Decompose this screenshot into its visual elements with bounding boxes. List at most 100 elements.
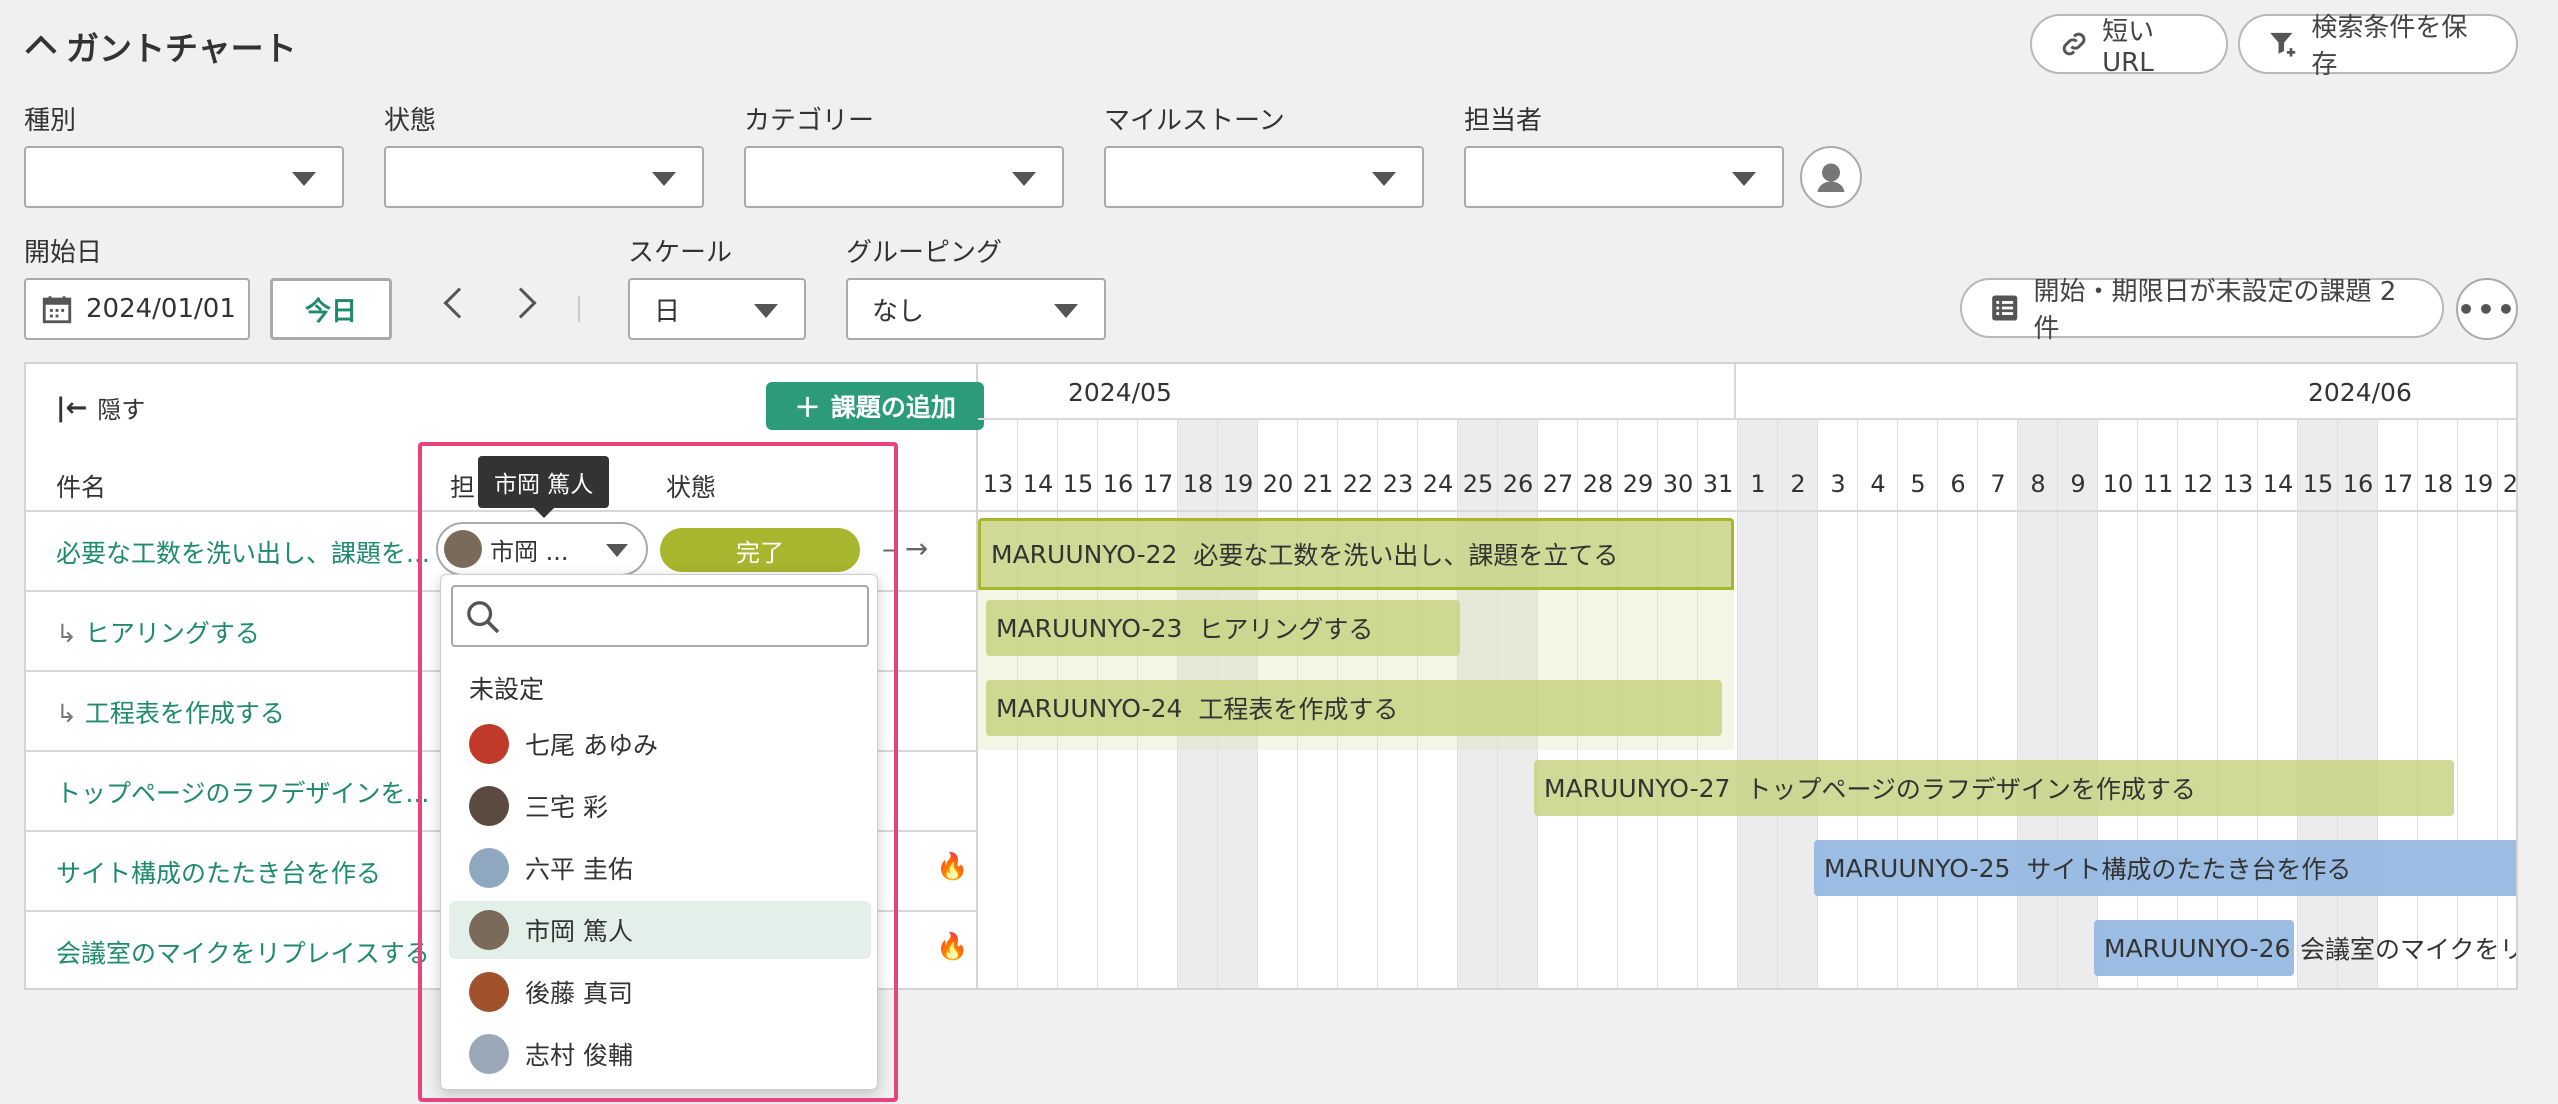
avatar [469, 724, 509, 764]
day-column [1778, 420, 1818, 988]
day-column [1818, 420, 1858, 988]
avatar [469, 910, 509, 950]
issue-link[interactable]: 必要な工数を洗い出し、課題を... [56, 534, 430, 570]
user-name: 三宅 彩 [525, 793, 608, 822]
assignee-label: 担当者 [1464, 106, 1543, 136]
status-badge[interactable]: 完了 [660, 528, 860, 572]
user-name: 七尾 あゆみ [525, 731, 658, 760]
prev-arrow-icon[interactable] [443, 287, 475, 319]
avatar [469, 848, 509, 888]
day-number: 18 [1182, 470, 1214, 498]
day-number: 23 [1382, 470, 1414, 498]
subtask-arrow-icon: ↳ [56, 699, 85, 728]
gantt-header[interactable]: ガントチャート [25, 22, 297, 70]
dropdown-option-user[interactable]: 六平 圭佑 [449, 839, 871, 897]
day-number: 20 [2498, 470, 2516, 498]
day-column [2498, 420, 2516, 988]
dropdown-arrow-icon [1012, 172, 1036, 186]
day-number: 20 [1262, 470, 1294, 498]
day-number: 17 [2382, 470, 2414, 498]
day-column [2098, 420, 2138, 988]
add-issue-button[interactable]: + 課題の追加 [766, 382, 984, 430]
gantt-bar[interactable]: MARUUNYO-27 トップページのラフデザインを作成する [1534, 760, 2454, 816]
day-number: 14 [2262, 470, 2294, 498]
hide-button[interactable]: |← 隠す [56, 390, 145, 425]
timeline-pane: 2024/05 2024/06 13 14 15 16 17 18 19 20 21 22 23 24… [978, 364, 2516, 988]
issue-link[interactable]: トップページのラフデザインを... [56, 774, 429, 810]
milestone-select[interactable] [1104, 146, 1424, 208]
day-number: 2 [1790, 470, 1806, 498]
assignee-tooltip: 市岡 篤人 [478, 456, 610, 518]
day-column [2138, 420, 2178, 988]
dropdown-option-user[interactable]: 志村 俊輔 [449, 1025, 871, 1083]
start-date-label: 開始日 [24, 238, 103, 268]
day-number: 21 [1302, 470, 1334, 498]
milestone-label: マイルストーン [1104, 106, 1285, 136]
day-number: 26 [1502, 470, 1534, 498]
next-arrow-icon[interactable] [505, 287, 537, 319]
issue-link[interactable]: 会議室のマイクをリプレイスする [56, 934, 430, 970]
myself-button[interactable] [1800, 146, 1862, 208]
status-select[interactable] [384, 146, 704, 208]
dropdown-option-user[interactable]: 市岡 篤人 [449, 901, 871, 959]
divider [578, 296, 580, 322]
avatar [444, 530, 482, 568]
gantt-bar[interactable]: MARUUNYO-24 工程表を作成する [986, 680, 1722, 736]
day-number: 17 [1142, 470, 1174, 498]
day-number: 30 [1662, 470, 1694, 498]
dropdown-option-user[interactable]: 三宅 彩 [449, 777, 871, 835]
assignee-dropdown: 未設定 七尾 あゆみ 三宅 彩六平 圭佑 市岡 篤人 後藤 真司志村 俊輔 [440, 574, 878, 1090]
dropdown-arrow-icon [1732, 172, 1756, 186]
day-column [2378, 420, 2418, 988]
unset-issues-button[interactable]: 開始・期限日が未設定の課題 2件 [1960, 277, 2444, 344]
day-number: 6 [1950, 470, 1966, 498]
short-url-button[interactable]: 短いURL [2030, 14, 2228, 78]
category-select[interactable] [744, 146, 1064, 208]
dropdown-option-unset[interactable]: 未設定 [449, 659, 871, 717]
dropdown-option-user[interactable]: 後藤 真司 [449, 963, 871, 1021]
issue-link[interactable]: サイト構成のたたき台を作る [56, 854, 381, 890]
assignee-search-input[interactable] [451, 585, 869, 647]
list-icon [1992, 295, 2018, 321]
today-button[interactable]: 今日 [270, 278, 392, 340]
day-number: 19 [1222, 470, 1254, 498]
gantt-bar[interactable]: MARUUNYO-22 必要な工数を洗い出し、課題を立てる [978, 518, 1734, 590]
scale-select[interactable]: 日 [628, 278, 806, 340]
day-column [1978, 420, 2018, 988]
gantt-bar[interactable]: MARUUNYO-25 サイト構成のたたき台を作る [1814, 840, 2516, 896]
day-number: 1 [1750, 470, 1766, 498]
assignee-select[interactable] [1464, 146, 1784, 208]
day-column [2058, 420, 2098, 988]
user-name: 志村 俊輔 [525, 1041, 633, 1070]
day-column [1938, 420, 1978, 988]
dropdown-option-user[interactable]: 七尾 あゆみ [449, 715, 871, 773]
grouping-select[interactable]: なし [846, 278, 1106, 340]
day-number: 7 [1990, 470, 2006, 498]
type-select[interactable] [24, 146, 344, 208]
collapse-chevron-icon[interactable] [25, 35, 57, 67]
more-options-button[interactable]: ••• [2456, 278, 2518, 340]
issue-link[interactable]: ↳ ヒアリングする [56, 614, 260, 650]
arrow-right-icon: – → [882, 532, 929, 565]
start-date-input[interactable]: 2024/01/01 [24, 278, 250, 340]
day-number: 19 [2462, 470, 2494, 498]
row-assignee-select[interactable]: 市岡 ... [436, 522, 648, 576]
dropdown-arrow-icon [1054, 304, 1078, 318]
day-number: 5 [1910, 470, 1926, 498]
avatar [469, 786, 509, 826]
day-number: 16 [1102, 470, 1134, 498]
dropdown-arrow-icon [606, 544, 628, 557]
day-number: 24 [1422, 470, 1454, 498]
save-filter-button[interactable]: 検索条件を保存 [2238, 13, 2518, 80]
day-number: 15 [1062, 470, 1094, 498]
day-column [2258, 420, 2298, 988]
collapse-left-icon: |← [56, 392, 88, 423]
day-number: 11 [2142, 470, 2174, 498]
gantt-bar[interactable]: MARUUNYO-23 ヒアリングする [986, 600, 1460, 656]
page-title: ガントチャート [66, 29, 297, 68]
issue-link[interactable]: ↳ 工程表を作成する [56, 694, 285, 730]
day-number: 22 [1342, 470, 1374, 498]
day-number: 13 [2222, 470, 2254, 498]
day-column [2298, 420, 2338, 988]
gantt-bar[interactable]: MARUUNYO-26会議室のマイクをリプ [2094, 920, 2516, 976]
